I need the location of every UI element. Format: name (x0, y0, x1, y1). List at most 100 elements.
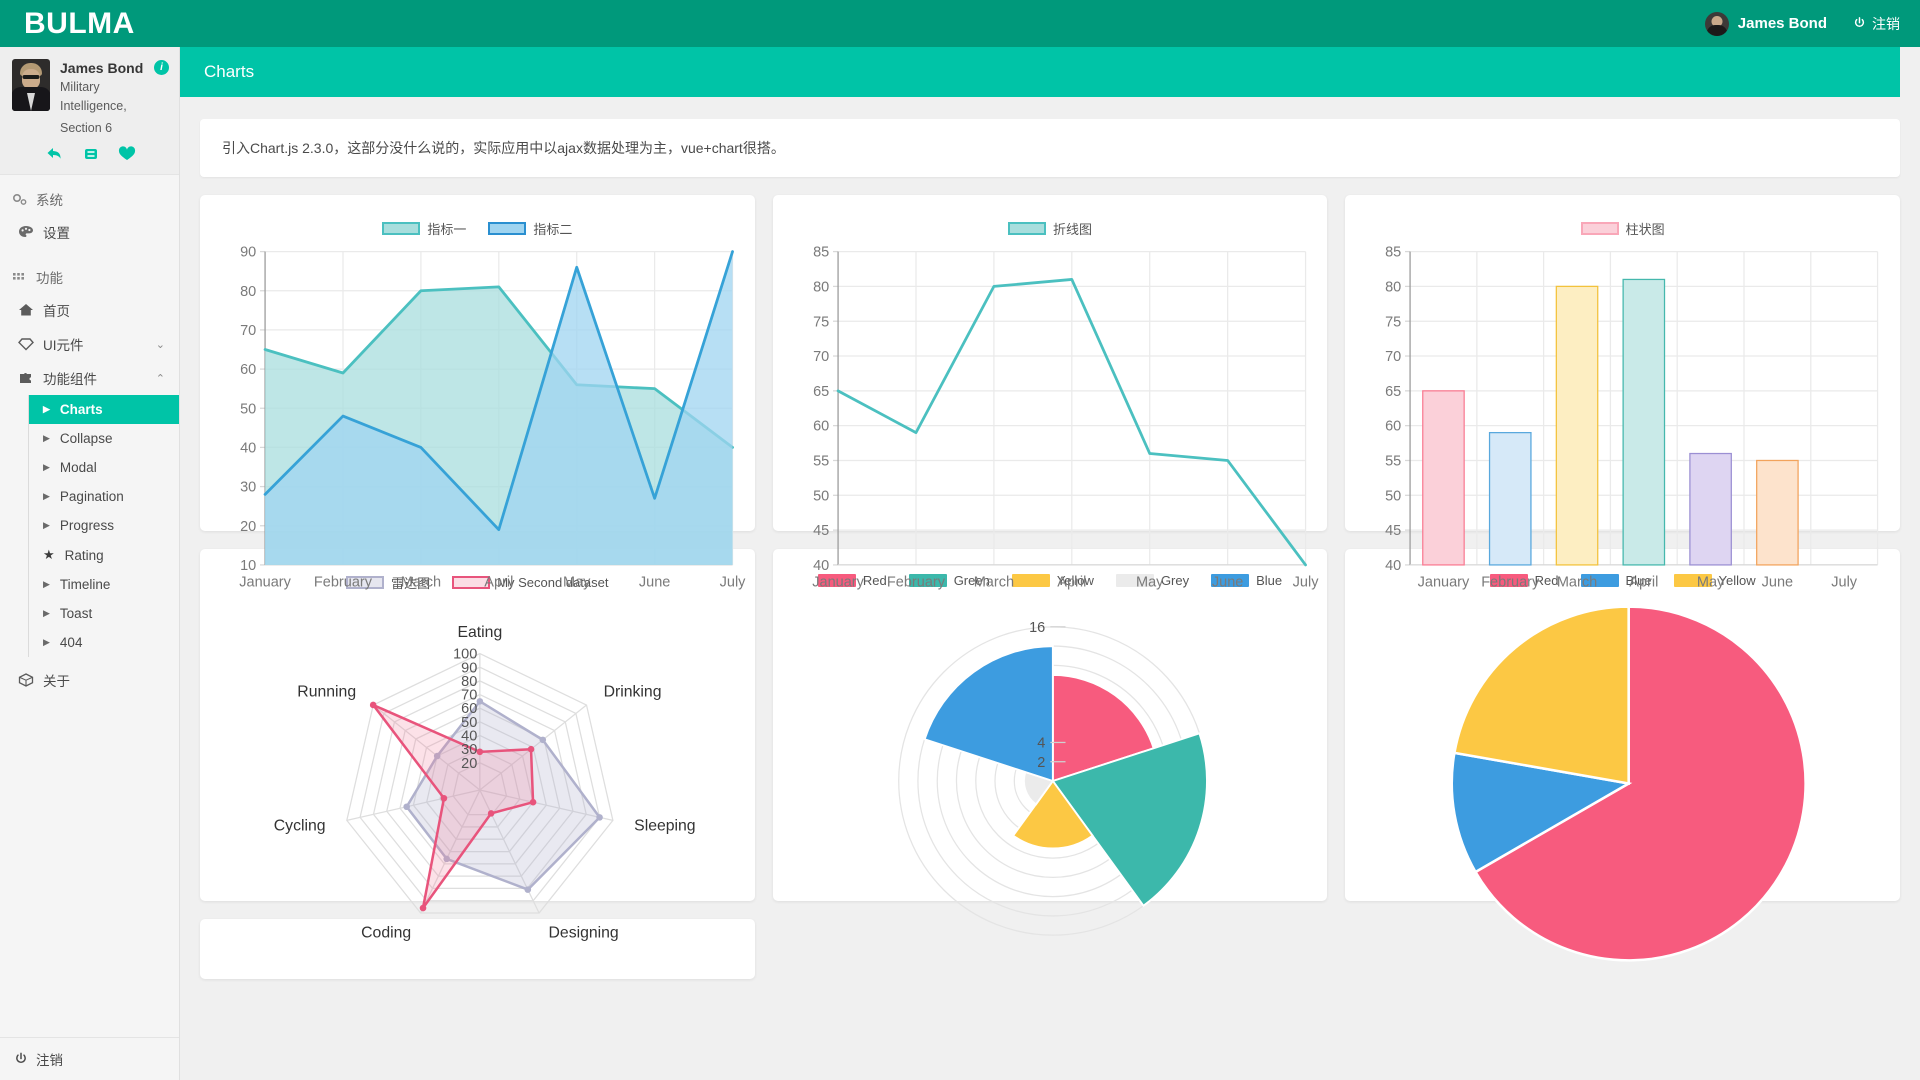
polar-chart-plot: 2 4 16 (785, 594, 1316, 973)
navbar-user[interactable]: James Bond (1704, 11, 1827, 36)
app-logo[interactable]: BULMA (24, 8, 135, 39)
sidebar-item-progress[interactable]: ▶ Progress (29, 511, 179, 540)
menu-group-features-label: 功能 (36, 271, 63, 287)
puzzle-icon (20, 373, 31, 384)
home-icon (19, 304, 33, 316)
svg-text:50: 50 (461, 715, 477, 731)
svg-text:60: 60 (1385, 419, 1401, 435)
svg-text:February: February (887, 574, 946, 590)
svg-text:45: 45 (813, 523, 829, 539)
charts-grid: 指标一 指标二 10 20 30 40 50 60 70 80 90 January Februar… (180, 177, 1920, 999)
cube-icon (18, 673, 34, 687)
legend-item[interactable]: 指标二 (488, 219, 572, 238)
svg-text:10: 10 (240, 558, 256, 574)
profile-role-line2: Section 6 (60, 120, 113, 135)
pie-chart-plot (1357, 594, 1888, 973)
sidebar-item-ui-elements-label: UI元件 (43, 338, 84, 354)
svg-text:100: 100 (453, 647, 477, 663)
svg-text:50: 50 (240, 401, 256, 417)
reply-icon[interactable] (46, 146, 64, 162)
svg-text:Eating: Eating (457, 624, 502, 641)
svg-text:65: 65 (1385, 384, 1401, 400)
bar-chart-svg: 40 45 50 55 60 65 70 75 80 85 January February March… (1385, 245, 1879, 590)
triangle-right-icon: ▶ (43, 520, 50, 531)
main-content[interactable]: Charts 引入Chart.js 2.3.0，这部分没什么说的，实际应用中以a… (180, 47, 1920, 1080)
chart-card-pie: Red Blue Yellow (1345, 549, 1900, 962)
legend-swatch (382, 222, 421, 235)
svg-text:January: January (239, 574, 291, 590)
svg-text:60: 60 (813, 419, 829, 435)
svg-text:4: 4 (1037, 736, 1045, 752)
svg-text:90: 90 (240, 245, 256, 261)
svg-text:May: May (1136, 574, 1164, 590)
svg-text:April: April (1630, 574, 1659, 590)
sidebar-item-collapse-label: Collapse (59, 431, 113, 447)
sidebar-item-home-label: 首页 (43, 304, 70, 320)
sidebar-item-settings[interactable]: 设置 (0, 215, 179, 249)
logout-button[interactable]: 注销 (1853, 14, 1900, 34)
chart-card-bar: 柱状图 40 45 50 55 60 65 70 75 80 85 January February M… (1345, 195, 1900, 590)
sidebar-item-function-components[interactable]: 功能组件 ⌃ (0, 361, 179, 395)
sidebar-item-rating[interactable]: ★ Rating (29, 540, 179, 570)
profile-name-row: James Bond i (60, 60, 169, 76)
diamond-icon (18, 338, 34, 351)
legend-area-chart: 指标一 指标二 (212, 209, 743, 238)
svg-text:75: 75 (1385, 314, 1401, 330)
sidebar: James Bond i Military Intelligence, Sect… (0, 47, 180, 1080)
svg-text:July: July (720, 574, 747, 590)
page-title: Charts (180, 47, 1900, 97)
sidebar-item-toast-label: Toast (59, 606, 93, 622)
svg-text:Coding: Coding (361, 925, 411, 942)
sidebar-item-charts[interactable]: ▶ Charts (29, 395, 179, 425)
legend-item[interactable]: 指标一 (382, 219, 466, 238)
polar-chart-svg: 2 4 16 (897, 620, 1208, 936)
sidebar-item-home[interactable]: 首页 (0, 293, 179, 327)
svg-text:January: January (1418, 574, 1470, 590)
logout-label: 注销 (1872, 15, 1900, 32)
triangle-right-icon: ▶ (43, 608, 50, 619)
triangle-right-icon: ▶ (43, 491, 50, 502)
triangle-right-icon: ▶ (43, 462, 50, 473)
profile-actions (12, 138, 169, 168)
chart-card-radar: 雷达图 My Second dataset 20 30 40 50 60 70 80 90 10… (200, 549, 755, 942)
sidebar-item-ui-elements[interactable]: UI元件 ⌄ (0, 327, 179, 361)
sidebar-profile: James Bond i Military Intelligence, Sect… (0, 47, 179, 176)
legend-item[interactable]: 折线图 (1007, 219, 1092, 238)
sidebar-item-collapse[interactable]: ▶ Collapse (29, 424, 179, 453)
svg-text:40: 40 (813, 558, 829, 574)
sidebar-item-modal-label: Modal (59, 460, 97, 476)
sidebar-item-settings-label: 设置 (43, 226, 70, 242)
triangle-right-icon: ▶ (43, 404, 50, 415)
chart-card-area: 指标一 指标二 10 20 30 40 50 60 70 80 90 January Februar… (200, 195, 755, 590)
svg-text:20: 20 (461, 756, 477, 772)
sidebar-item-about[interactable]: 关于 (0, 663, 179, 697)
sidebar-item-timeline[interactable]: ▶ Timeline (29, 570, 179, 599)
svg-text:55: 55 (1385, 454, 1401, 470)
top-navbar: BULMA James Bond 注销 (0, 0, 1920, 47)
info-icon[interactable]: i (154, 60, 169, 75)
radar-chart-svg: 2030405060708090100 Eating Drinking Sleepin… (274, 624, 696, 942)
svg-text:February: February (1482, 574, 1541, 590)
sidebar-item-toast[interactable]: ▶ Toast (29, 599, 179, 628)
bar-chart-plot: 40 45 50 55 60 65 70 75 80 85 January February March… (1357, 244, 1888, 598)
svg-text:80: 80 (461, 674, 477, 690)
sidebar-item-modal[interactable]: ▶ Modal (29, 453, 179, 482)
chevron-up-icon[interactable]: ⌃ (156, 372, 165, 385)
legend-bar-chart: 柱状图 (1357, 209, 1888, 238)
chevron-down-icon[interactable]: ⌄ (156, 338, 165, 351)
pie-chart-svg (1450, 605, 1808, 962)
retweet-icon[interactable] (82, 146, 100, 162)
navbar-right: James Bond 注销 (1704, 11, 1900, 36)
sidebar-item-404[interactable]: ▶ 404 (29, 628, 179, 657)
heart-icon[interactable] (118, 146, 136, 162)
svg-text:July: July (1292, 574, 1319, 590)
sidebar-item-charts-label: Charts (59, 402, 103, 418)
sidebar-logout-button[interactable]: 注销 (0, 1037, 179, 1080)
sidebar-item-progress-label: Progress (59, 518, 114, 534)
app-shell: James Bond i Military Intelligence, Sect… (0, 47, 1920, 1080)
sidebar-item-pagination[interactable]: ▶ Pagination (29, 482, 179, 511)
svg-text:February: February (314, 574, 373, 590)
svg-text:40: 40 (461, 729, 477, 745)
legend-label: 指标一 (427, 222, 467, 237)
legend-item[interactable]: 柱状图 (1580, 219, 1665, 238)
